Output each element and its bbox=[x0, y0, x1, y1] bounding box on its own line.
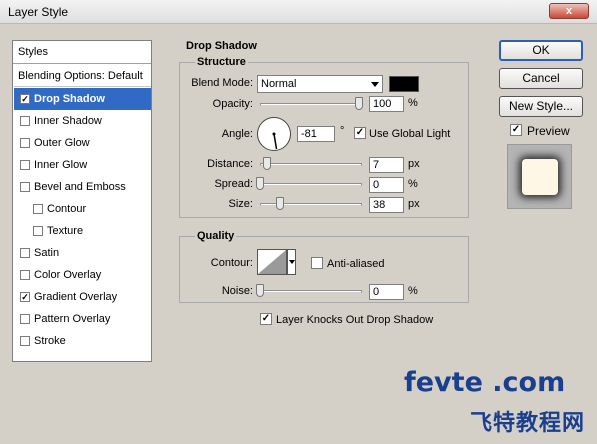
style-item-label: Color Overlay bbox=[34, 269, 102, 281]
distance-unit: px bbox=[408, 158, 420, 170]
style-item-label: Gradient Overlay bbox=[34, 291, 118, 303]
style-item-inner-shadow[interactable]: Inner Shadow bbox=[14, 110, 151, 132]
texture-checkbox[interactable] bbox=[33, 226, 43, 236]
size-input[interactable]: 38 bbox=[369, 197, 404, 213]
window-title: Layer Style bbox=[8, 5, 69, 19]
style-item-gradient-overlay[interactable]: Gradient Overlay bbox=[14, 286, 151, 308]
distance-slider-track[interactable] bbox=[260, 163, 362, 166]
layer-knocks-out-checkbox[interactable] bbox=[260, 313, 272, 325]
color-overlay-checkbox[interactable] bbox=[20, 270, 30, 280]
use-global-light-checkbox[interactable] bbox=[354, 127, 366, 139]
gradient-overlay-checkbox[interactable] bbox=[20, 292, 30, 302]
spread-input[interactable]: 0 bbox=[369, 177, 404, 193]
inner-shadow-checkbox[interactable] bbox=[20, 116, 30, 126]
outer-glow-checkbox[interactable] bbox=[20, 138, 30, 148]
satin-checkbox[interactable] bbox=[20, 248, 30, 258]
opacity-label: Opacity: bbox=[212, 98, 253, 110]
style-item-label: Inner Glow bbox=[34, 159, 88, 171]
watermark-bottom: 飞特教程网 bbox=[470, 411, 586, 436]
distance-label: Distance: bbox=[207, 158, 253, 170]
contour-dropdown-button[interactable] bbox=[287, 249, 296, 275]
distance-input[interactable]: 7 bbox=[369, 157, 404, 173]
stroke-checkbox[interactable] bbox=[20, 336, 30, 346]
style-item-drop-shadow[interactable]: Drop Shadow bbox=[14, 88, 151, 110]
size-unit: px bbox=[408, 198, 420, 210]
style-item-inner-glow[interactable]: Inner Glow bbox=[14, 154, 151, 176]
style-item-blending-options[interactable]: Blending Options: Default bbox=[14, 65, 151, 87]
inner-glow-checkbox[interactable] bbox=[20, 160, 30, 170]
style-item-satin[interactable]: Satin bbox=[14, 242, 151, 264]
use-global-light-label: Use Global Light bbox=[369, 128, 451, 140]
close-button[interactable]: x bbox=[549, 3, 589, 19]
preview-shape bbox=[522, 159, 558, 195]
new-style-button[interactable]: New Style... bbox=[499, 96, 583, 117]
anti-aliased-checkbox[interactable] bbox=[311, 257, 323, 269]
style-item-label: Bevel and Emboss bbox=[34, 181, 126, 193]
layer-knocks-out-label: Layer Knocks Out Drop Shadow bbox=[276, 314, 434, 326]
style-item-contour[interactable]: Contour bbox=[14, 198, 151, 220]
style-item-label: Satin bbox=[34, 247, 60, 259]
ok-button[interactable]: OK bbox=[499, 40, 583, 61]
cancel-button[interactable]: Cancel bbox=[499, 68, 583, 89]
size-slider-thumb[interactable] bbox=[276, 197, 284, 210]
style-item-color-overlay[interactable]: Color Overlay bbox=[14, 264, 151, 286]
style-item-label: Stroke bbox=[34, 335, 66, 347]
anti-aliased-label: Anti-aliased bbox=[327, 258, 385, 270]
angle-input[interactable]: -81 bbox=[297, 126, 335, 142]
distance-slider-thumb[interactable] bbox=[263, 157, 271, 170]
opacity-input[interactable]: 100 bbox=[369, 96, 404, 112]
style-item-label: Contour bbox=[47, 203, 87, 215]
angle-label: Angle: bbox=[221, 128, 253, 140]
style-item-label: Texture bbox=[47, 225, 84, 237]
shadow-color-swatch[interactable] bbox=[389, 76, 419, 92]
watermark-top: fevte .com bbox=[404, 367, 566, 398]
contour-curve-icon bbox=[258, 250, 286, 274]
style-item-pattern-overlay[interactable]: Pattern Overlay bbox=[14, 308, 151, 330]
opacity-slider-track[interactable] bbox=[260, 103, 362, 106]
blend-mode-select[interactable]: Normal bbox=[257, 75, 383, 93]
preview-checkbox[interactable] bbox=[510, 124, 522, 136]
noise-unit: % bbox=[408, 285, 418, 297]
style-item-texture[interactable]: Texture bbox=[14, 220, 151, 242]
blend-mode-value: Normal bbox=[261, 78, 297, 90]
angle-unit: ° bbox=[340, 125, 345, 137]
contour-checkbox[interactable] bbox=[33, 204, 43, 214]
style-item-label: Pattern Overlay bbox=[34, 313, 111, 325]
contour-label: Contour: bbox=[210, 257, 253, 269]
style-item-label: Blending Options: Default bbox=[18, 70, 143, 82]
styles-header[interactable]: Styles bbox=[13, 41, 151, 64]
noise-slider-thumb[interactable] bbox=[256, 284, 264, 297]
opacity-slider-thumb[interactable] bbox=[355, 97, 363, 110]
preview-thumbnail bbox=[507, 144, 572, 209]
spread-slider-track[interactable] bbox=[260, 183, 362, 186]
style-item-label: Drop Shadow bbox=[34, 93, 105, 105]
chevron-down-icon bbox=[371, 82, 379, 87]
noise-input[interactable]: 0 bbox=[369, 284, 404, 300]
size-label: Size: bbox=[228, 198, 253, 210]
spread-label: Spread: bbox=[214, 178, 253, 190]
angle-dial-icon bbox=[272, 132, 278, 150]
style-item-stroke[interactable]: Stroke bbox=[14, 330, 151, 352]
styles-list: Styles Blending Options: Default Drop Sh… bbox=[12, 40, 152, 362]
blend-mode-label: Blend Mode: bbox=[191, 77, 253, 89]
title-bar: Layer Style x bbox=[0, 0, 597, 24]
noise-label: Noise: bbox=[221, 285, 253, 297]
style-item-label: Inner Shadow bbox=[34, 115, 102, 127]
angle-dial[interactable] bbox=[257, 117, 291, 151]
opacity-unit: % bbox=[408, 97, 418, 109]
bevel-emboss-checkbox[interactable] bbox=[20, 182, 30, 192]
spread-slider-thumb[interactable] bbox=[256, 177, 264, 190]
drop-shadow-checkbox[interactable] bbox=[20, 94, 30, 104]
structure-title: Structure bbox=[195, 56, 248, 68]
pattern-overlay-checkbox[interactable] bbox=[20, 314, 30, 324]
style-item-outer-glow[interactable]: Outer Glow bbox=[14, 132, 151, 154]
preview-label: Preview bbox=[527, 124, 570, 138]
noise-slider-track[interactable] bbox=[260, 290, 362, 293]
drop-shadow-title: Drop Shadow bbox=[186, 40, 257, 52]
style-item-bevel-emboss[interactable]: Bevel and Emboss bbox=[14, 176, 151, 198]
style-item-label: Outer Glow bbox=[34, 137, 90, 149]
quality-title: Quality bbox=[195, 230, 237, 242]
spread-unit: % bbox=[408, 178, 418, 190]
contour-picker[interactable] bbox=[257, 249, 287, 275]
